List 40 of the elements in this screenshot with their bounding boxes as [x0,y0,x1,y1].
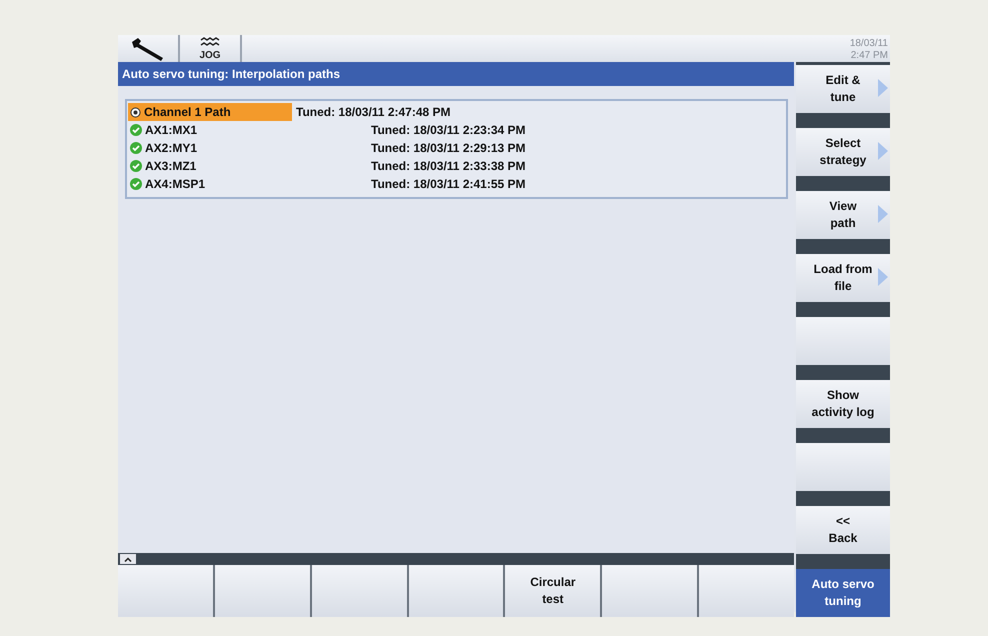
check-icon [130,142,142,154]
caret-up-icon [124,556,132,562]
softkey[interactable]: Select strategy [796,128,890,176]
softkey[interactable]: View path [796,191,890,239]
check-icon [130,178,142,190]
softkey[interactable] [796,443,890,491]
mode-label: JOG [199,50,221,60]
tuned-text: Tuned: 18/03/11 2:23:34 PM [371,123,526,137]
tuned-text: Tuned: 18/03/11 2:29:13 PM [371,141,526,155]
softkey[interactable]: Auto servo tuning [796,569,890,617]
softkey[interactable] [312,565,407,617]
softkey[interactable] [699,565,794,617]
path-name[interactable]: AX3:MZ1 [128,157,292,175]
check-icon [130,160,142,172]
softkey[interactable] [408,565,504,617]
arrow-icon [878,205,888,223]
path-name[interactable]: Channel 1 Path [128,103,292,121]
path-name[interactable]: AX2:MY1 [128,139,292,157]
arrow-icon [878,79,888,97]
softkey[interactable]: Show activity log [796,380,890,428]
arrow-icon [878,142,888,160]
screen-title: Auto servo tuning: Interpolation paths [118,62,794,86]
softkey[interactable]: << Back [796,506,890,554]
date-text: 18/03/11 [850,38,888,50]
softkey[interactable]: Edit & tune [796,65,890,113]
tuned-text: Tuned: 18/03/11 2:47:48 PM [296,105,451,119]
check-icon [130,124,142,136]
path-name[interactable]: AX1:MX1 [128,121,292,139]
tuned-text: Tuned: 18/03/11 2:41:55 PM [371,177,526,191]
softkey[interactable] [796,317,890,365]
scroll-up-button[interactable] [120,554,136,564]
softkey[interactable]: Circular test [505,565,600,617]
arrow-icon [878,268,888,286]
radio-icon [130,106,141,118]
softkey[interactable] [214,565,310,617]
tuned-text: Tuned: 18/03/11 2:33:38 PM [371,159,526,173]
time-text: 2:47 PM [850,50,888,62]
softkey[interactable]: Load from file [796,254,890,302]
softkey[interactable] [602,565,698,617]
path-name[interactable]: AX4:MSP1 [128,175,292,193]
